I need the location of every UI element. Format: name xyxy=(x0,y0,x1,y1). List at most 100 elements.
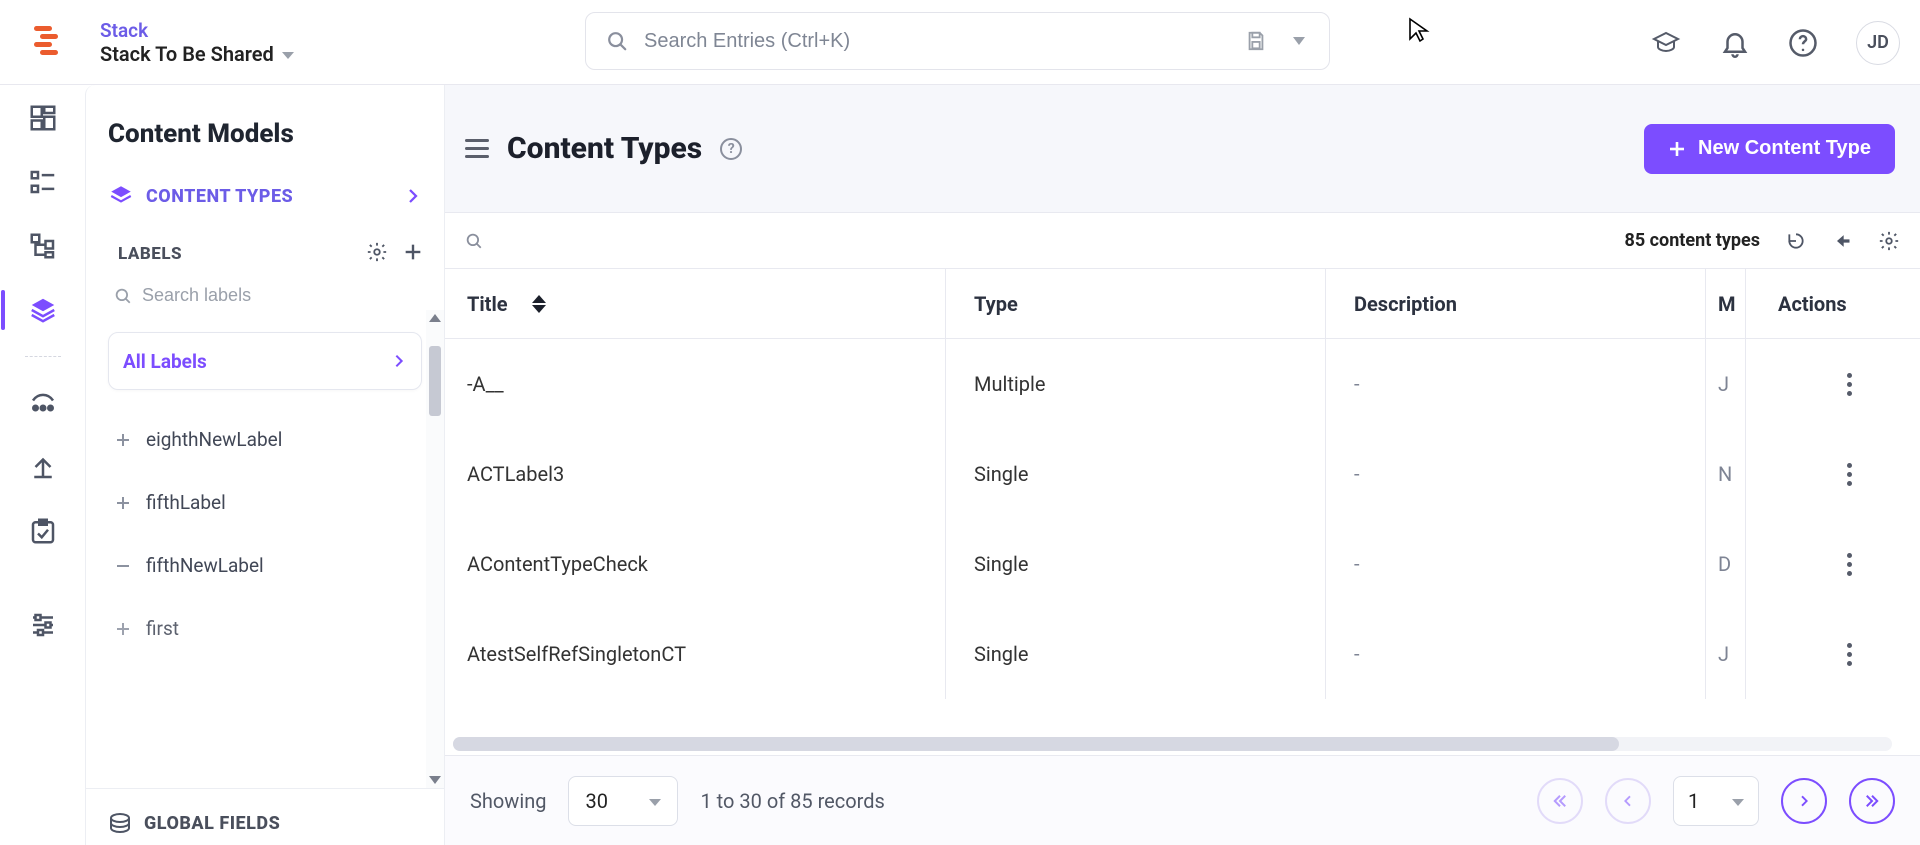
page-number-value: 1 xyxy=(1688,789,1699,813)
search-icon xyxy=(606,30,628,52)
toolbar: 85 content types xyxy=(445,213,1920,269)
cell-type: Single xyxy=(974,552,1028,576)
col-header-modified[interactable]: M xyxy=(1705,269,1745,338)
refresh-icon[interactable] xyxy=(1786,231,1806,251)
labels-search-input[interactable] xyxy=(142,285,424,306)
labels-settings-icon[interactable] xyxy=(366,241,388,267)
table-row[interactable]: ACTLabel3 Single - N xyxy=(445,429,1920,519)
sidebar-toggle-icon[interactable] xyxy=(465,139,489,158)
col-header-type-text: Type xyxy=(974,292,1018,316)
new-content-type-label: New Content Type xyxy=(1698,137,1871,160)
cell-title: ACTLabel3 xyxy=(467,462,564,486)
all-labels-item[interactable]: All Labels xyxy=(108,332,422,390)
label-text: eighthNewLabel xyxy=(146,428,282,451)
cell-description: - xyxy=(1354,642,1360,666)
import-icon[interactable] xyxy=(1832,231,1852,251)
rail-tasks[interactable] xyxy=(25,513,61,549)
sidebar: Content Models CONTENT TYPES LABELS All … xyxy=(85,85,445,845)
scroll-thumb[interactable] xyxy=(429,346,441,416)
user-initials: JD xyxy=(1867,32,1889,53)
help-icon[interactable] xyxy=(1788,28,1818,58)
col-header-desc-text: Description xyxy=(1354,292,1457,316)
sidebar-scrollbar[interactable] xyxy=(426,310,444,788)
page-next-button[interactable] xyxy=(1781,778,1827,824)
page-title: Content Types xyxy=(507,131,702,166)
rail-entries[interactable] xyxy=(25,164,61,200)
user-avatar[interactable]: JD xyxy=(1856,21,1900,65)
left-rail xyxy=(0,85,85,845)
row-actions-icon[interactable] xyxy=(1839,545,1860,584)
content-types-count: 85 content types xyxy=(1625,230,1760,251)
page-number-input[interactable]: 1 xyxy=(1673,776,1759,826)
global-search-input[interactable] xyxy=(644,30,1229,53)
globe-stack-icon xyxy=(108,811,132,835)
page-last-button[interactable] xyxy=(1849,778,1895,824)
cell-title: -A__ xyxy=(467,372,504,396)
scroll-down-icon[interactable] xyxy=(429,776,441,784)
rail-settings[interactable] xyxy=(25,607,61,643)
table-footer: Showing 30 1 to 30 of 85 records 1 xyxy=(445,755,1920,845)
search-mode-caret-icon[interactable] xyxy=(1293,37,1305,45)
labels-search[interactable] xyxy=(114,285,424,306)
col-header-title-text: Title xyxy=(467,292,508,316)
table-row[interactable]: AtestSelfRefSingletonCT Single - J xyxy=(445,609,1920,699)
stack-label: Stack xyxy=(100,19,294,42)
col-header-m-text: M xyxy=(1718,292,1736,316)
label-item[interactable]: fifthNewLabel xyxy=(104,534,426,597)
expand-icon xyxy=(114,496,132,510)
new-content-type-button[interactable]: New Content Type xyxy=(1644,124,1895,174)
page-size-select[interactable]: 30 xyxy=(568,776,678,826)
top-bar: Stack Stack To Be Shared JD xyxy=(0,0,1920,85)
labels-add-icon[interactable] xyxy=(402,241,424,267)
all-labels-text: All Labels xyxy=(123,350,207,373)
label-item[interactable]: fifthLabel xyxy=(104,471,426,534)
table-row[interactable]: -A__ Multiple - J xyxy=(445,339,1920,429)
col-header-description[interactable]: Description xyxy=(1325,269,1705,338)
row-actions-icon[interactable] xyxy=(1839,635,1860,674)
cell-description: - xyxy=(1354,552,1360,576)
notifications-icon[interactable] xyxy=(1720,28,1750,58)
label-item[interactable]: first xyxy=(104,597,426,640)
horizontal-scrollbar[interactable] xyxy=(453,737,1892,751)
scroll-up-icon[interactable] xyxy=(429,314,441,322)
sidebar-global-fields[interactable]: GLOBAL FIELDS xyxy=(86,788,444,845)
global-search[interactable] xyxy=(585,12,1330,70)
label-text: first xyxy=(146,617,179,640)
rail-separator xyxy=(25,356,61,357)
cell-type: Multiple xyxy=(974,372,1045,396)
page-help-icon[interactable]: ? xyxy=(720,138,742,160)
label-item[interactable]: eighthNewLabel xyxy=(104,408,426,471)
col-header-type[interactable]: Type xyxy=(945,269,1325,338)
cell-m: D xyxy=(1718,552,1731,576)
sidebar-content-types[interactable]: CONTENT TYPES xyxy=(86,159,444,227)
table: Title Type Description M Actions -A__ Mu… xyxy=(445,269,1920,755)
row-actions-icon[interactable] xyxy=(1839,455,1860,494)
sidebar-title: Content Models xyxy=(86,109,444,159)
stack-name-text: Stack To Be Shared xyxy=(100,42,274,66)
page-header: Content Types ? New Content Type xyxy=(445,85,1920,213)
page-first-button[interactable] xyxy=(1537,778,1583,824)
rail-tree[interactable] xyxy=(25,228,61,264)
cell-title: AContentTypeCheck xyxy=(467,552,648,576)
table-search-icon[interactable] xyxy=(465,232,483,250)
page-prev-button[interactable] xyxy=(1605,778,1651,824)
col-header-actions: Actions xyxy=(1745,269,1920,338)
plus-icon xyxy=(1668,140,1686,158)
learn-icon[interactable] xyxy=(1650,27,1682,59)
sort-icon[interactable] xyxy=(532,295,546,313)
page-size-value: 30 xyxy=(585,789,607,813)
stack-switcher[interactable]: Stack To Be Shared xyxy=(100,42,294,66)
table-settings-icon[interactable] xyxy=(1878,230,1900,252)
rail-content-models[interactable] xyxy=(25,292,61,328)
col-header-title[interactable]: Title xyxy=(445,292,945,316)
cell-m: N xyxy=(1718,462,1732,486)
hscroll-thumb[interactable] xyxy=(453,737,1619,751)
table-row[interactable]: AContentTypeCheck Single - D xyxy=(445,519,1920,609)
label-text: fifthLabel xyxy=(146,491,226,514)
labels-title: LABELS xyxy=(118,244,182,264)
row-actions-icon[interactable] xyxy=(1839,365,1860,404)
rail-publish[interactable] xyxy=(25,449,61,485)
rail-dashboard[interactable] xyxy=(25,100,61,136)
save-icon[interactable] xyxy=(1245,30,1267,52)
rail-releases[interactable] xyxy=(25,385,61,421)
